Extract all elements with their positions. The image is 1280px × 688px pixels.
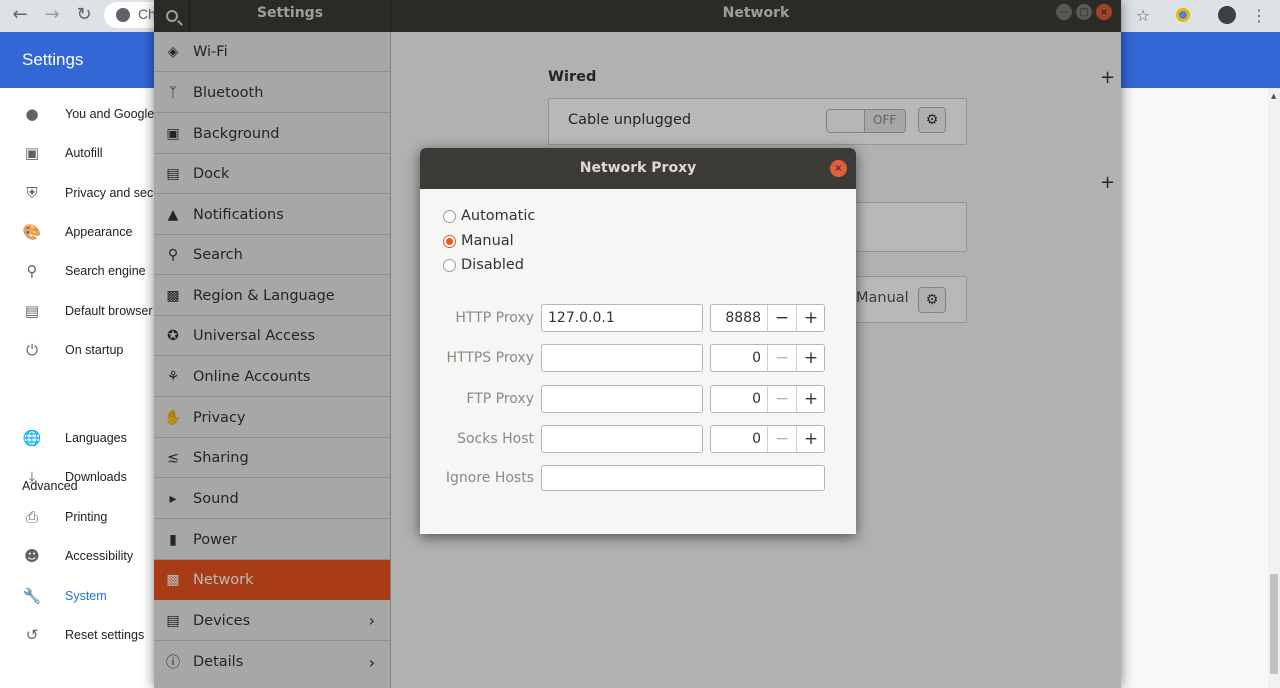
reset-icon: ↺ bbox=[25, 626, 39, 644]
accessibility-icon: ☻ bbox=[24, 547, 40, 565]
nav-appearance[interactable]: 🎨 Appearance bbox=[0, 214, 160, 250]
scroll-up-icon[interactable]: ▲ bbox=[1271, 92, 1276, 100]
nav-label: Search engine bbox=[65, 264, 146, 278]
radio-label: Automatic bbox=[461, 208, 536, 224]
nav-accessibility[interactable]: ☻ Accessibility bbox=[0, 538, 160, 574]
nav-label: Languages bbox=[65, 431, 127, 445]
menu-dots-icon[interactable]: ⋮ bbox=[1246, 2, 1272, 28]
network-proxy-dialog: Network Proxy × Automatic Manual Disable… bbox=[420, 148, 856, 534]
radio-label: Disabled bbox=[461, 257, 524, 273]
decrement-button[interactable]: − bbox=[767, 345, 796, 371]
nav-search-engine[interactable]: ⚲ Search engine bbox=[0, 253, 160, 289]
mode-automatic[interactable]: Automatic bbox=[443, 206, 535, 226]
printer-icon: ⎙ bbox=[25, 508, 38, 526]
dialog-title: Network Proxy bbox=[579, 160, 697, 176]
scrollbar-thumb[interactable] bbox=[1270, 574, 1278, 674]
nav-label: Reset settings bbox=[65, 628, 145, 642]
increment-button[interactable]: + bbox=[796, 386, 825, 412]
ftp-proxy-host-input[interactable] bbox=[541, 385, 703, 413]
person-icon: ● bbox=[25, 105, 39, 123]
shield-icon: ⛨ bbox=[26, 184, 38, 202]
nav-you-and-google[interactable]: ● You and Google bbox=[0, 96, 160, 132]
nav-label: System bbox=[65, 589, 107, 603]
http-proxy-host-input[interactable]: 127.0.0.1 bbox=[541, 304, 703, 332]
nav-autofill[interactable]: ▣ Autofill bbox=[0, 135, 160, 171]
socks-host-input[interactable] bbox=[541, 425, 703, 453]
settings-header-title: Settings bbox=[22, 50, 84, 69]
nav-downloads[interactable]: ⤓ Downloads bbox=[0, 459, 160, 495]
decrement-button[interactable]: − bbox=[767, 386, 796, 412]
bookmark-star-icon[interactable]: ☆ bbox=[1130, 2, 1156, 28]
nav-label: On startup bbox=[65, 343, 124, 357]
ignore-hosts-input[interactable] bbox=[541, 465, 825, 491]
decrement-button[interactable]: − bbox=[767, 305, 796, 331]
nav-languages[interactable]: 🌐 Languages bbox=[0, 420, 160, 456]
ignore-hosts-label: Ignore Hosts bbox=[445, 470, 534, 486]
nav-label: Default browser bbox=[65, 304, 153, 318]
port-value[interactable]: 0 bbox=[711, 350, 761, 366]
globe-icon: 🌐 bbox=[22, 429, 42, 447]
nav-label: Appearance bbox=[65, 225, 133, 239]
radio-automatic[interactable] bbox=[443, 209, 456, 223]
palette-icon: 🎨 bbox=[22, 223, 42, 241]
power-icon: ⏻ bbox=[26, 341, 38, 359]
https-proxy-port-spinner[interactable]: 0 − + bbox=[710, 344, 825, 372]
socks-port-spinner[interactable]: 0 − + bbox=[710, 425, 825, 453]
ftp-proxy-port-spinner[interactable]: 0 − + bbox=[710, 385, 825, 413]
increment-button[interactable]: + bbox=[796, 305, 825, 331]
chrome-scrollbar[interactable]: ▲ bbox=[1268, 88, 1280, 688]
increment-button[interactable]: + bbox=[796, 426, 825, 452]
radio-manual[interactable] bbox=[443, 234, 456, 248]
nav-default-browser[interactable]: ▤ Default browser bbox=[0, 293, 160, 329]
back-icon[interactable]: ← bbox=[6, 0, 34, 28]
port-value[interactable]: 0 bbox=[711, 391, 761, 407]
http-proxy-port-spinner[interactable]: 8888 − + bbox=[710, 304, 825, 332]
nav-label: Autofill bbox=[65, 146, 103, 160]
mode-disabled[interactable]: Disabled bbox=[443, 255, 524, 275]
nav-printing[interactable]: ⎙ Printing bbox=[0, 499, 160, 535]
nav-privacy[interactable]: ⛨ Privacy and security bbox=[0, 175, 177, 211]
browser-icon: ▤ bbox=[24, 302, 40, 320]
nav-reset-settings[interactable]: ↺ Reset settings bbox=[0, 617, 160, 653]
nav-label: Downloads bbox=[65, 470, 127, 484]
radio-label: Manual bbox=[461, 233, 514, 249]
ftp-proxy-label: FTP Proxy bbox=[466, 391, 534, 407]
nav-system[interactable]: 🔧 System bbox=[0, 578, 160, 614]
dialog-close-button[interactable]: × bbox=[830, 160, 847, 177]
download-icon: ⤓ bbox=[28, 468, 36, 486]
increment-button[interactable]: + bbox=[796, 345, 825, 371]
profile-avatar[interactable] bbox=[1214, 2, 1240, 28]
socks-host-label: Socks Host bbox=[457, 431, 534, 447]
extension-icon[interactable] bbox=[1170, 2, 1196, 28]
site-icon bbox=[116, 8, 130, 22]
nav-label: Printing bbox=[65, 510, 108, 524]
decrement-button[interactable]: − bbox=[767, 426, 796, 452]
mode-manual[interactable]: Manual bbox=[443, 231, 514, 251]
chrome-content-area bbox=[1120, 88, 1280, 688]
nav-label: Accessibility bbox=[65, 549, 134, 563]
dialog-titlebar: Network Proxy × bbox=[420, 148, 856, 189]
https-proxy-host-input[interactable] bbox=[541, 344, 703, 372]
forward-icon[interactable]: → bbox=[38, 0, 66, 28]
clipboard-icon: ▣ bbox=[24, 144, 40, 162]
chrome-settings-nav: ● You and Google ▣ Autofill ⛨ Privacy an… bbox=[0, 88, 177, 688]
nav-label: You and Google bbox=[65, 107, 155, 121]
https-proxy-label: HTTPS Proxy bbox=[446, 350, 534, 366]
port-value[interactable]: 8888 bbox=[711, 310, 761, 326]
http-proxy-label: HTTP Proxy bbox=[455, 310, 534, 326]
search-icon: ⚲ bbox=[26, 262, 38, 280]
wrench-icon: 🔧 bbox=[22, 587, 42, 605]
nav-on-startup[interactable]: ⏻ On startup bbox=[0, 332, 160, 368]
reload-icon[interactable]: ↻ bbox=[70, 0, 98, 28]
port-value[interactable]: 0 bbox=[711, 431, 761, 447]
radio-disabled[interactable] bbox=[443, 258, 456, 272]
